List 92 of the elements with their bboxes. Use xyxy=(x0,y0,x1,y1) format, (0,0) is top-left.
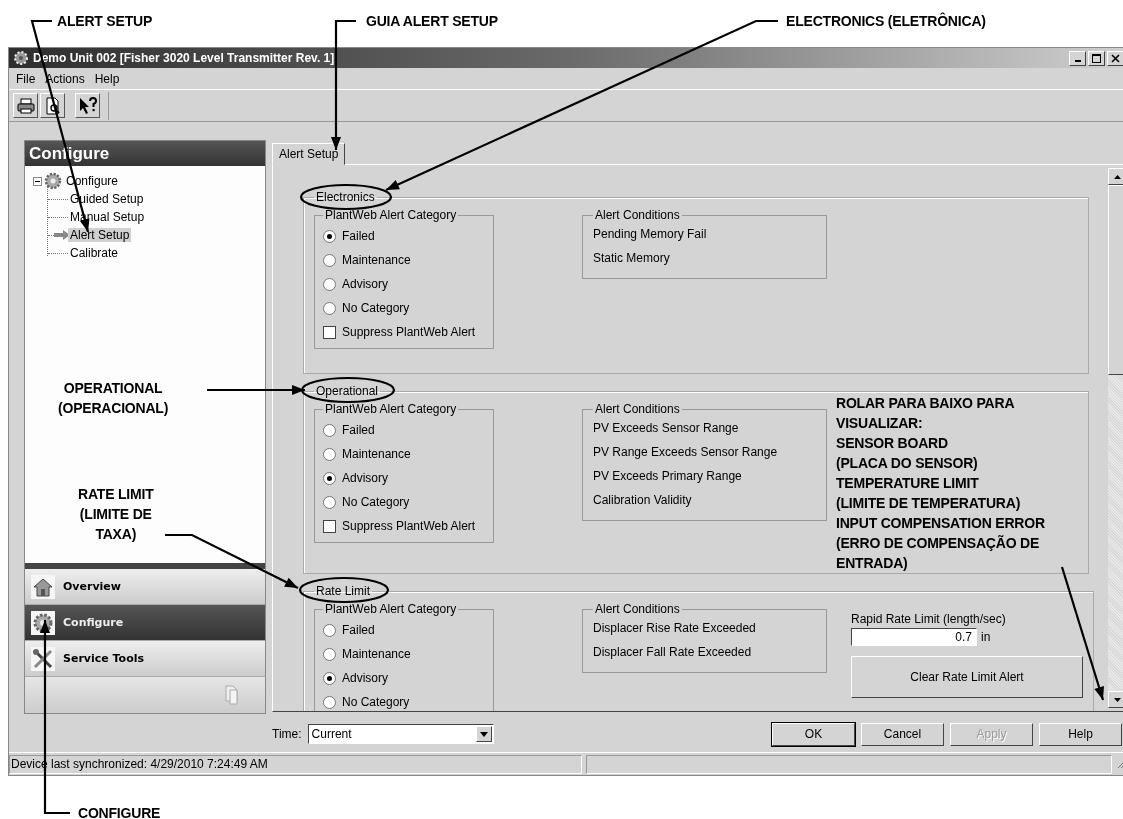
checkbox-label: Suppress PlantWeb Alert xyxy=(342,325,476,339)
input-field[interactable]: 0.7 xyxy=(851,628,977,646)
print-preview-button[interactable] xyxy=(40,93,65,118)
radio-button[interactable] xyxy=(323,623,336,637)
condition-label: PV Exceeds Primary Range xyxy=(593,468,743,485)
scrollbar[interactable] xyxy=(1108,168,1123,708)
condition-label: Displacer Rise Rate Exceeded xyxy=(593,620,757,637)
arrow-icon xyxy=(54,230,70,240)
unit-label: in xyxy=(981,630,991,644)
radio-label: Failed xyxy=(342,623,375,637)
group-title: Alert Conditions xyxy=(594,208,681,222)
clear-alert-button[interactable]: Clear Rate Limit Alert xyxy=(851,656,1083,698)
condition-label: Calibration Validity xyxy=(593,492,693,509)
radio-button[interactable] xyxy=(323,301,336,315)
time-dropdown[interactable]: Current xyxy=(307,724,494,744)
radio-button[interactable] xyxy=(323,495,336,509)
condition-label: Static Memory xyxy=(593,250,671,267)
dialog-button[interactable]: Help xyxy=(1039,722,1122,746)
nav-button[interactable]: Service Tools xyxy=(25,641,265,677)
radio-button[interactable] xyxy=(323,695,336,709)
radio-button[interactable] xyxy=(323,253,336,267)
radio-label: Maintenance xyxy=(342,647,411,661)
group-title: PlantWeb Alert Category xyxy=(324,402,458,416)
radio-button[interactable] xyxy=(323,229,336,243)
callout-label: ELECTRONICS (ELETRÔNICA) xyxy=(786,11,986,31)
radio-label: Advisory xyxy=(342,471,388,485)
radio-button[interactable] xyxy=(323,447,336,461)
condition-label: PV Range Exceeds Sensor Range xyxy=(593,444,779,461)
menu-item[interactable]: File xyxy=(11,71,41,86)
condition-label: Displacer Fall Rate Exceeded xyxy=(593,644,753,661)
window-title: Demo Unit 002 [Fisher 3020 Level Transmitter Rev. 1] xyxy=(33,51,335,65)
scroll-down-button[interactable] xyxy=(1108,691,1123,708)
dialog-button[interactable]: Cancel xyxy=(861,722,944,746)
minimize-icon xyxy=(1074,60,1081,62)
tab[interactable]: Alert Setup xyxy=(272,143,346,165)
callout-label: GUIA ALERT SETUP xyxy=(366,12,498,31)
nav-button[interactable]: Overview xyxy=(25,569,265,605)
minimize-button[interactable] xyxy=(1069,50,1086,66)
group-title: Electronics xyxy=(315,190,376,204)
radio-label: Maintenance xyxy=(342,253,411,267)
down-arrow-icon xyxy=(1113,697,1121,702)
group-title: PlantWeb Alert Category xyxy=(324,208,458,222)
radio-label: Failed xyxy=(342,423,375,437)
radio-button[interactable] xyxy=(323,423,336,437)
checkbox[interactable] xyxy=(323,519,336,533)
callout-label: ROLAR PARA BAIXO PARA VISUALIZAR: SENSOR BOARD (PLACA DO SENSOR) TEMPERATURE LIMIT (LIMITE DE TEMPERATURA) INPUT COMPENSATION ERROR (ERRO DE COMPENSAÇÃO DE ENTRADA) xyxy=(836,394,1045,573)
callout-label: OPERATIONAL (OPERACIONAL) xyxy=(58,379,169,418)
scroll-thumb[interactable] xyxy=(1108,185,1123,375)
tools-icon xyxy=(32,647,54,670)
panel-header: Configure xyxy=(25,141,265,166)
group-title: Rate Limit xyxy=(315,584,372,598)
radio-button[interactable] xyxy=(323,671,336,685)
callout-label: ALERT SETUP xyxy=(57,12,153,31)
radio-button[interactable] xyxy=(323,471,336,485)
close-icon xyxy=(1111,53,1120,63)
radio-label: Advisory xyxy=(342,671,388,685)
field-label: Rapid Rate Limit (length/sec) xyxy=(851,612,1007,626)
maximize-button[interactable] xyxy=(1088,50,1105,66)
callout-label: RATE LIMIT (LIMITE DE TAXA) xyxy=(78,485,154,544)
callout-label: CONFIGURE xyxy=(78,804,161,819)
radio-label: No Category xyxy=(342,495,410,509)
radio-button[interactable] xyxy=(323,277,336,291)
caret-icon xyxy=(479,731,488,737)
group-title: Alert Conditions xyxy=(594,602,681,616)
tree-item[interactable]: Calibrate xyxy=(68,246,121,260)
print-button[interactable] xyxy=(13,93,38,118)
condition-label: Pending Memory Fail xyxy=(593,226,708,243)
time-label: Time: xyxy=(272,727,302,741)
group-title: Operational xyxy=(315,384,380,398)
collapse-icon[interactable] xyxy=(33,176,42,186)
up-arrow-icon xyxy=(1113,174,1121,179)
radio-label: Advisory xyxy=(342,277,388,291)
condition-label: PV Exceeds Sensor Range xyxy=(593,420,740,437)
radio-label: No Category xyxy=(342,695,410,709)
checkbox-label: Suppress PlantWeb Alert xyxy=(342,519,476,533)
gear-icon xyxy=(44,172,62,190)
app-icon xyxy=(13,50,29,66)
close-button[interactable] xyxy=(1107,50,1123,66)
help-pointer-button[interactable] xyxy=(75,93,100,118)
scroll-up-button[interactable] xyxy=(1108,168,1123,185)
checkbox[interactable] xyxy=(323,325,336,339)
radio-label: Maintenance xyxy=(342,447,411,461)
group-title: PlantWeb Alert Category xyxy=(324,602,458,616)
group-title: Alert Conditions xyxy=(594,402,681,416)
radio-button[interactable] xyxy=(323,647,336,661)
radio-label: Failed xyxy=(342,229,375,243)
nav-button[interactable]: Configure xyxy=(25,605,265,641)
tree-item[interactable]: Alert Setup xyxy=(68,228,132,242)
menu-item[interactable]: Help xyxy=(89,71,125,86)
maximize-icon xyxy=(1092,53,1101,63)
dialog-button[interactable]: OK xyxy=(772,722,855,746)
radio-label: No Category xyxy=(342,301,410,315)
